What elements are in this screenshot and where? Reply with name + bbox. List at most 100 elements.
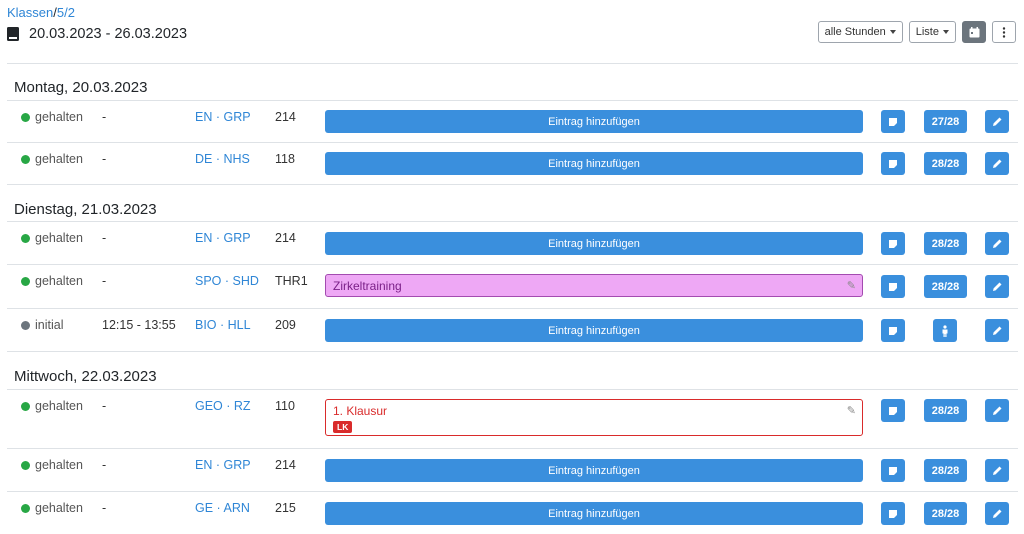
lesson-row: initial 12:15 - 13:55 BIO · HLL 209 Eint… [7,309,1018,352]
exam-entry-text: 1. Klausur [333,404,388,418]
edit-button[interactable] [985,275,1009,298]
kebab-menu-icon [1002,26,1006,38]
lesson-time: - [102,110,107,124]
lesson-status: gehalten [35,231,83,245]
note-button[interactable] [881,110,905,133]
note-button[interactable] [881,502,905,525]
status-held-dot [21,461,30,470]
note-button[interactable] [881,275,905,298]
add-entry-button[interactable]: Eintrag hinzufügen [325,502,863,525]
status-held-dot [21,234,30,243]
lesson-room: 209 [275,318,296,332]
lesson-subject-link[interactable]: GEO · RZ [195,399,251,413]
lesson-subject-link[interactable]: BIO · HLL [195,318,251,332]
attendance-button[interactable]: 28/28 [924,232,967,255]
edit-entry-icon[interactable]: ✎ [847,404,856,417]
lesson-row: gehalten - GE · ARN 215 Eintrag hinzufüg… [7,492,1018,534]
attendance-button[interactable]: 27/28 [924,110,967,133]
attendance-button[interactable]: 28/28 [924,399,967,422]
pencil-icon [992,282,1001,291]
week-range: 20.03.2023 - 26.03.2023 [7,26,187,42]
pencil-icon [992,159,1001,168]
lesson-room: 214 [275,231,296,245]
add-entry-button[interactable]: Eintrag hinzufügen [325,459,863,482]
day-heading: Mittwoch, 22.03.2023 [14,368,157,385]
more-options-button[interactable] [992,21,1016,43]
lesson-row: gehalten - EN · GRP 214 Eintrag hinzufüg… [7,449,1018,492]
lesson-subject-link[interactable]: EN · GRP [195,110,251,124]
lesson-subject-link[interactable]: DE · NHS [195,152,250,166]
day-heading: Dienstag, 21.03.2023 [14,201,157,218]
lesson-time: 12:15 - 13:55 [102,318,176,332]
breadcrumb-current-link[interactable]: 5/2 [57,5,75,20]
lesson-room: 214 [275,458,296,472]
exam-entry[interactable]: 1. Klausur LK ✎ [325,399,863,436]
calendar-button[interactable] [962,21,986,43]
add-entry-button[interactable]: Eintrag hinzufügen [325,319,863,342]
add-entry-button[interactable]: Eintrag hinzufügen [325,152,863,175]
lesson-time: - [102,152,107,166]
lesson-row: gehalten - EN · GRP 214 Eintrag hinzufüg… [7,222,1018,265]
lesson-status: gehalten [35,458,83,472]
pencil-icon [992,509,1001,518]
view-mode-label: Liste [915,26,939,38]
lesson-status: gehalten [35,274,83,288]
lesson-time: - [102,458,107,472]
lesson-time: - [102,399,107,413]
lesson-status: gehalten [35,399,83,413]
lesson-subject-link[interactable]: SPO · SHD [195,274,259,288]
note-button[interactable] [881,319,905,342]
note-button[interactable] [881,399,905,422]
note-icon [889,509,897,518]
hours-filter-dropdown[interactable]: alle Stunden [817,21,903,43]
lesson-room: 214 [275,110,296,124]
edit-button[interactable] [985,319,1009,342]
edit-button[interactable] [985,399,1009,422]
attendance-button[interactable]: 28/28 [924,275,967,298]
lesson-time: - [102,501,107,515]
status-held-dot [21,277,30,286]
lesson-subject-link[interactable]: EN · GRP [195,458,251,472]
calendar-icon [969,26,979,37]
note-icon [889,117,897,126]
lesson-entry[interactable]: Zirkeltraining ✎ [325,274,863,297]
note-icon [889,406,897,415]
attendance-button[interactable]: 28/28 [924,502,967,525]
note-button[interactable] [881,152,905,175]
note-button[interactable] [881,232,905,255]
lesson-row: gehalten - SPO · SHD THR1 Zirkeltraining… [7,265,1018,309]
lesson-status: initial [35,318,64,332]
add-entry-button[interactable]: Eintrag hinzufügen [325,232,863,255]
lesson-row: gehalten - DE · NHS 118 Eintrag hinzufüg… [7,143,1018,185]
lesson-status: gehalten [35,152,83,166]
header-divider [7,63,1018,64]
note-icon [889,282,897,291]
edit-button[interactable] [985,152,1009,175]
pencil-icon [992,239,1001,248]
lesson-entry-text: Zirkeltraining [333,278,402,293]
edit-button[interactable] [985,232,1009,255]
lesson-time: - [102,274,107,288]
view-mode-dropdown[interactable]: Liste [908,21,956,43]
edit-entry-icon[interactable]: ✎ [847,279,856,292]
note-button[interactable] [881,459,905,482]
edit-button[interactable] [985,502,1009,525]
edit-button[interactable] [985,459,1009,482]
row-divider [7,351,1018,352]
lesson-subject-link[interactable]: EN · GRP [195,231,251,245]
lesson-subject-link[interactable]: GE · ARN [195,501,250,515]
lesson-status: gehalten [35,110,83,124]
status-held-dot [21,504,30,513]
attendance-button[interactable]: 28/28 [924,152,967,175]
exam-type-badge: LK [333,421,353,433]
attendance-button[interactable]: 28/28 [924,459,967,482]
note-icon [889,466,897,475]
lesson-row: gehalten - EN · GRP 214 Eintrag hinzufüg… [7,101,1018,143]
status-held-dot [21,402,30,411]
caret-down-icon [889,30,896,34]
breadcrumb: Klassen/5/2 [7,5,75,20]
add-entry-button[interactable]: Eintrag hinzufügen [325,110,863,133]
edit-button[interactable] [985,110,1009,133]
breadcrumb-parent-link[interactable]: Klassen [7,5,53,20]
attendance-person-button[interactable] [933,319,957,342]
